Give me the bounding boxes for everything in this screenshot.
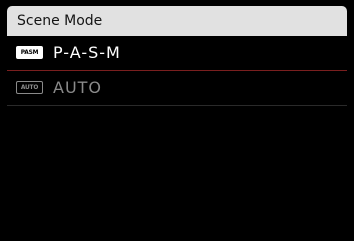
auto-mode-icon: AUTO (16, 81, 43, 94)
row-divider (7, 105, 347, 106)
selection-divider (7, 70, 347, 71)
menu-item-label: AUTO (53, 78, 103, 97)
menu-header: Scene Mode (7, 6, 347, 36)
menu-item-pasm[interactable]: PASM P-A-S-M (7, 37, 347, 70)
camera-menu-screen: Scene Mode PASM P-A-S-M AUTO AUTO (0, 0, 354, 241)
menu-title: Scene Mode (17, 13, 103, 29)
pasm-mode-icon: PASM (16, 46, 43, 59)
menu-item-auto[interactable]: AUTO AUTO (7, 72, 347, 105)
menu-item-label: P-A-S-M (53, 43, 121, 62)
